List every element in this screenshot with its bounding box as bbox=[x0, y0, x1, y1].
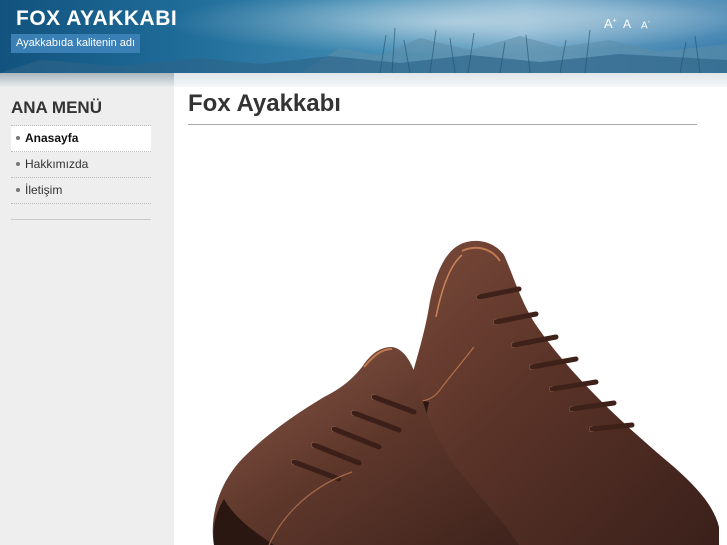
menu-item-iletisim[interactable]: İletişim bbox=[11, 178, 151, 204]
menu-divider bbox=[11, 219, 151, 220]
main-content: Fox Ayakkabı bbox=[174, 87, 727, 545]
main-menu: Anasayfa Hakkımızda İletişim bbox=[11, 125, 151, 204]
header-shadow-strip bbox=[0, 73, 727, 87]
sidebar-top-shade bbox=[0, 73, 174, 87]
sidebar: ANA MENÜ Anasayfa Hakkımızda İletişim bbox=[0, 87, 174, 545]
bullet-icon bbox=[16, 188, 20, 192]
title-divider bbox=[188, 124, 697, 125]
bullet-icon bbox=[16, 136, 20, 140]
menu-item-label: Anasayfa bbox=[25, 131, 79, 145]
font-increase-button[interactable]: A+ bbox=[604, 16, 617, 31]
font-reset-button[interactable]: A bbox=[623, 17, 631, 31]
page-title: Fox Ayakkabı bbox=[188, 90, 341, 117]
brown-leather-shoes-image bbox=[212, 240, 719, 545]
site-slogan: Ayakkabıda kalitenin adı bbox=[11, 34, 141, 53]
bullet-icon bbox=[16, 162, 20, 166]
main-menu-title: ANA MENÜ bbox=[11, 98, 102, 117]
site-header: FOX AYAKKABI Ayakkabıda kalitenin adı A+… bbox=[0, 0, 727, 73]
menu-item-hakkimizda[interactable]: Hakkımızda bbox=[11, 152, 151, 178]
menu-item-anasayfa[interactable]: Anasayfa bbox=[11, 126, 151, 152]
menu-item-label: İletişim bbox=[25, 183, 63, 197]
font-decrease-button[interactable]: A- bbox=[641, 19, 650, 31]
menu-item-label: Hakkımızda bbox=[25, 157, 89, 171]
site-title[interactable]: FOX AYAKKABI bbox=[16, 7, 177, 31]
